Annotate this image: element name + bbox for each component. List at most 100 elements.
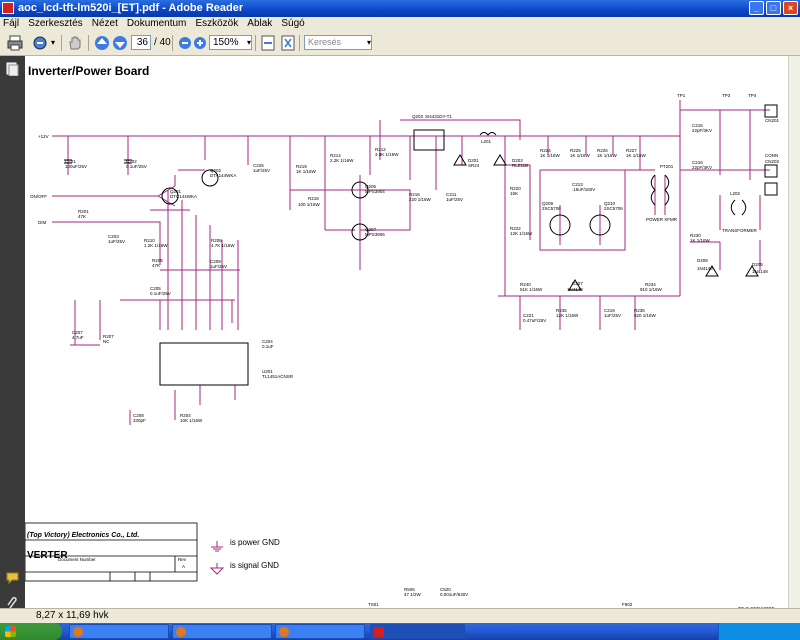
schematic-label: 12K 1/16W (510, 231, 533, 236)
schematic-label: 1K 1/16W (690, 238, 711, 243)
toolbar: ▾ 36 / 40 150% ▾ Keresés ▾ (0, 31, 800, 56)
schematic-label: 1K 1/16W (570, 153, 591, 158)
status-bar: 8,27 x 11,69 hvk (0, 608, 800, 624)
zoom-in-icon[interactable] (191, 34, 209, 52)
menu-help[interactable]: Súgó (278, 17, 307, 30)
close-button[interactable]: × (783, 1, 798, 15)
menu-bar: Fájl Szerkesztés Nézet Dokumentum Eszköz… (0, 17, 800, 31)
window-title: aoc_lcd-tft-lm520i_[ET].pdf - Adobe Read… (18, 2, 244, 14)
hand-tool-icon[interactable] (66, 34, 84, 52)
schematic-label: Q203 (412, 114, 424, 119)
search-dropdown-icon[interactable]: ▾ (364, 35, 374, 50)
schematic-label: TS01 (368, 602, 379, 607)
schematic-label: TP4 (748, 93, 757, 98)
schematic-label: DTA144WKA (210, 173, 236, 178)
schematic-label: L201 (481, 139, 492, 144)
schematic-label: RLZ11B (512, 163, 528, 168)
schematic-label: 4.7K 1/16W (211, 243, 235, 248)
menu-edit[interactable]: Szerkesztés (25, 17, 85, 30)
browser-icon (73, 627, 83, 637)
vertical-scrollbar[interactable] (788, 56, 800, 612)
search-input[interactable]: Keresés (304, 35, 372, 50)
schematic-label: .15uF/160V (572, 187, 595, 192)
schematic-label: 2.2K 1/16W (330, 158, 354, 163)
schematic-label: 0.1uF/25V (126, 164, 147, 169)
schematic-label: R218 (308, 196, 319, 201)
schematic-label: 1uF/25V (253, 168, 270, 173)
schematic-label: 47 1/2W (404, 592, 422, 597)
schematic-label: 47K (152, 263, 160, 268)
zoom-dropdown-icon[interactable]: ▾ (244, 35, 254, 50)
schematic-label: 1K 1/16W (296, 169, 317, 174)
schematic-label: ON/OFF (30, 194, 47, 199)
print-icon[interactable] (6, 34, 24, 52)
schematic-diagram: +12V ON/OFF DIM Q203 SI4431DY-T1 L201 C2… (25, 93, 780, 611)
schematic-label: 51K 1/16W (520, 287, 543, 292)
schematic-label: 22pF/3KV (692, 128, 712, 133)
start-button[interactable] (0, 623, 62, 640)
taskbar-item[interactable] (69, 624, 169, 639)
schematic-label: 22pF/3KV (692, 165, 712, 170)
menu-tools[interactable]: Eszközök (192, 17, 241, 30)
toolbar-separator (172, 35, 173, 51)
menu-window[interactable]: Ablak (244, 17, 275, 30)
toolbar-separator (299, 35, 300, 51)
schematic-label: D207 (572, 281, 583, 286)
schematic-label: 220 1/16W (409, 197, 432, 202)
page-count: / 40 (154, 37, 171, 48)
schematic-label: 1uF/25V (446, 197, 463, 202)
schematic-label: 15K (510, 191, 518, 196)
schematic-label: 100 1/16W (298, 202, 321, 207)
schematic-label: 1N4148 (567, 287, 583, 292)
taskbar-item-active[interactable] (370, 624, 465, 639)
browser-icon (176, 627, 186, 637)
previous-page-icon[interactable] (93, 34, 111, 52)
schematic-label: 0.1uF/25V (150, 291, 171, 296)
schematic-label: NC (103, 339, 110, 344)
schematic-label: MPS3904 (365, 189, 385, 194)
menu-view[interactable]: Nézet (89, 17, 121, 30)
taskbar-item[interactable] (172, 624, 272, 639)
schematic-label: 0.001uF/630V (440, 592, 468, 597)
menu-document[interactable]: Dokumentum (124, 17, 189, 30)
schematic-label: 10K 1/16W (180, 418, 203, 423)
schematic-label: F902 (622, 602, 633, 607)
schematic-label: D205 (752, 262, 763, 267)
schematic-label: SR24 (468, 163, 480, 168)
schematic-label: 0.1uF (262, 344, 274, 349)
fit-width-icon[interactable] (259, 34, 277, 52)
schematic-label: TRANSFORMER (722, 228, 758, 233)
toolbar-separator (88, 35, 89, 51)
schematic-label: PT201 (660, 164, 674, 169)
schematic-label: 330pF (133, 418, 146, 423)
navigation-pane (0, 56, 25, 624)
next-page-icon[interactable] (111, 34, 129, 52)
schematic-label: 47K (78, 214, 86, 219)
schematic-label: 1K 1/16W (540, 153, 561, 158)
fit-page-icon[interactable] (279, 34, 297, 52)
schematic-label: D209 (697, 258, 708, 263)
schematic-label: CONN (765, 153, 778, 158)
page-number-input[interactable]: 36 (131, 35, 151, 50)
adobe-reader-icon (2, 2, 14, 14)
comments-panel-icon[interactable] (6, 571, 19, 585)
taskbar-item[interactable] (275, 624, 365, 639)
schematic-label: DIM (38, 220, 47, 225)
signal-gnd-note: is signal GND (230, 561, 279, 570)
schematic-label: 100uF/25V (65, 164, 87, 169)
ground-symbols (209, 541, 225, 575)
minimize-button[interactable]: _ (749, 1, 764, 15)
maximize-button[interactable]: □ (766, 1, 781, 15)
share-dropdown-icon[interactable]: ▾ (48, 35, 58, 50)
pages-panel-icon[interactable] (6, 62, 19, 76)
schematic-label: 820 1/16W (634, 313, 657, 318)
menu-file[interactable]: Fájl (0, 17, 22, 30)
schematic-label: SI4431DY-T1 (425, 114, 452, 119)
schematic-label: 910 1/16W (640, 287, 663, 292)
schematic-label: 2SC5706 (604, 206, 623, 211)
schematic-label: 1N4148 (697, 266, 713, 271)
schematic-label: 12K 1/16W (556, 313, 579, 318)
toolbar-separator (255, 35, 256, 51)
rev-value: A (182, 564, 185, 569)
schematic-label: 1uF/25V (210, 264, 227, 269)
